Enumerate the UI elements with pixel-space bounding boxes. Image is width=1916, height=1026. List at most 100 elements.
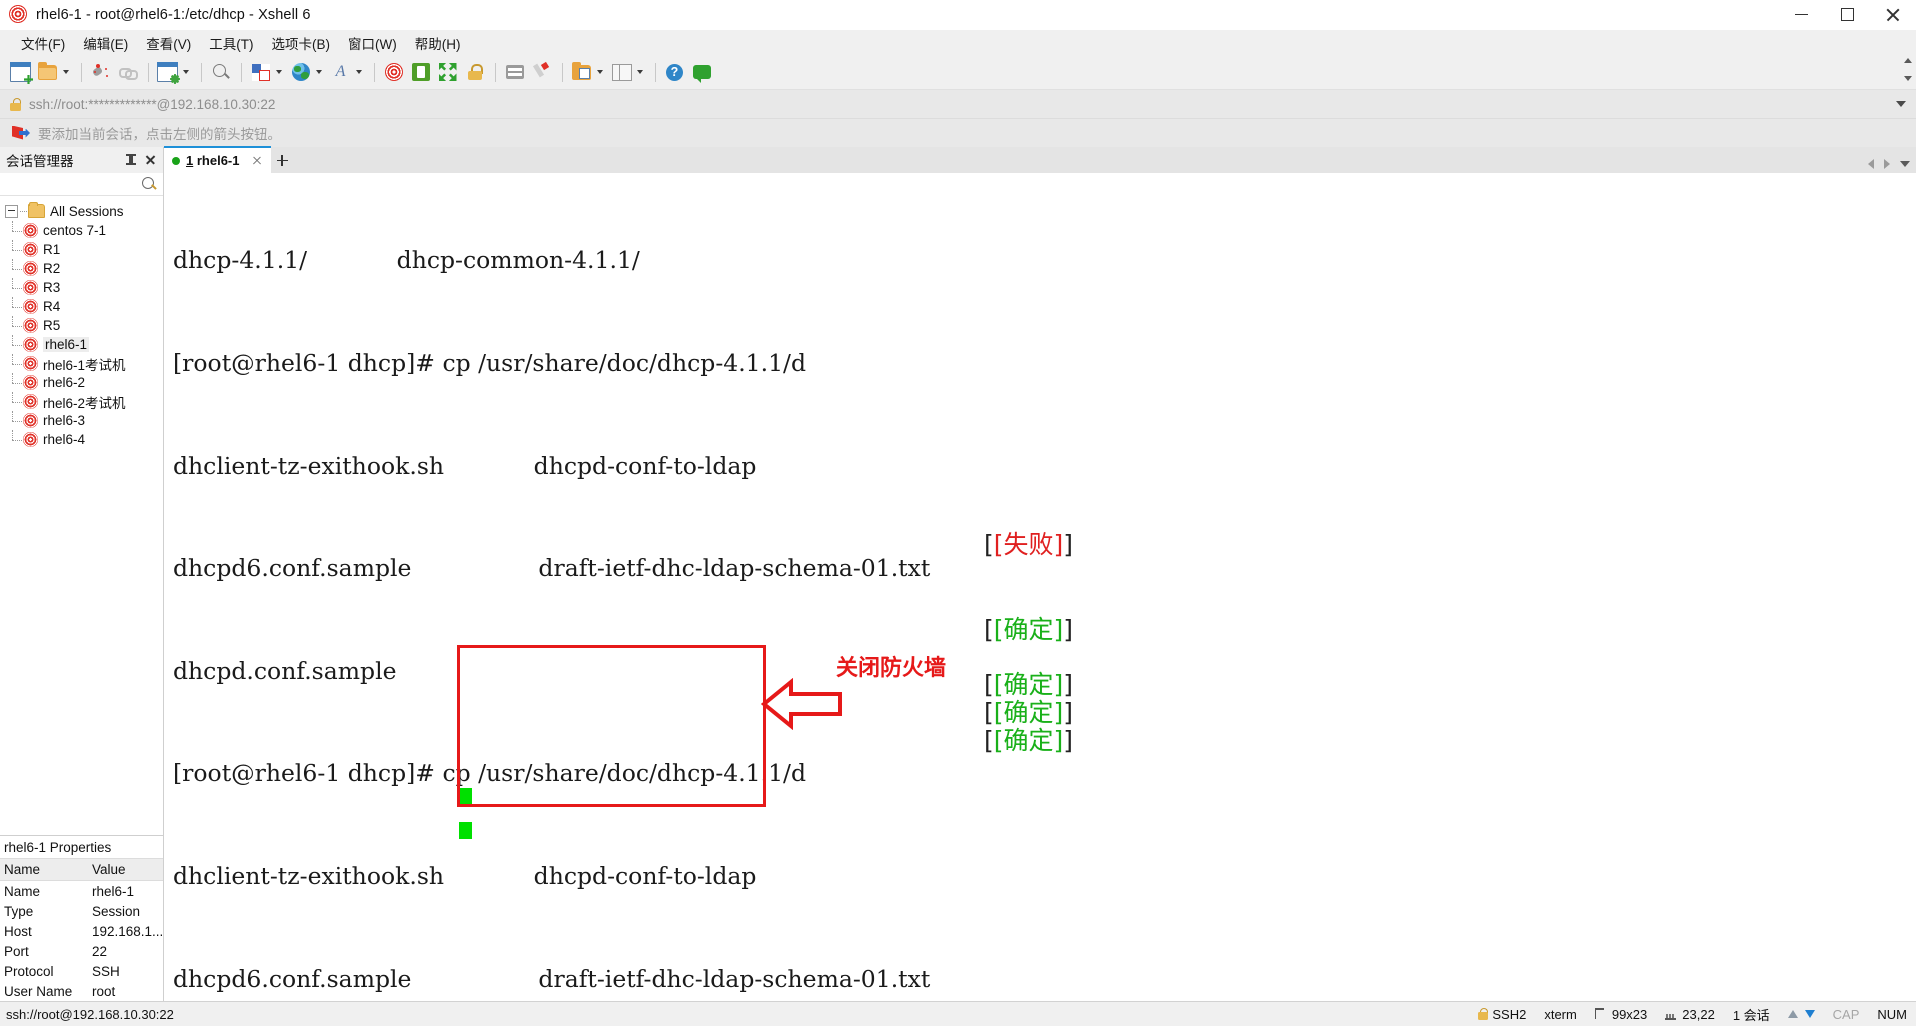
chevron-right-icon[interactable] [1884,159,1890,169]
sidebar-item-rhel6-4[interactable]: rhel6-4 [0,430,163,449]
status-caps-lock: CAP [1832,1006,1860,1022]
address-input[interactable]: ssh://root:*************@192.168.10.30:2… [29,97,275,112]
table-row: Name rhel6-1 [0,881,163,901]
address-bar[interactable]: ssh://root:*************@192.168.10.30:2… [0,89,1916,118]
chevron-down-icon[interactable] [276,70,282,74]
tab-bar: 1 rhel6-1 [164,146,1916,173]
terminal-screen[interactable]: dhcp-4.1.1/ dhcp-common-4.1.1/ [root@rhe… [164,173,1916,1001]
sidebar-item-rhel6-2-exam[interactable]: rhel6-2考试机 [0,392,163,411]
table-row: Type Session [0,901,163,921]
chevron-down-icon[interactable] [1904,76,1912,81]
open-folder-icon[interactable] [35,60,60,85]
help-icon[interactable]: ? [662,60,687,85]
sidebar-item-rhel6-3[interactable]: rhel6-3 [0,411,163,430]
snail-icon [9,4,29,25]
maximize-button[interactable] [1824,0,1870,29]
arrow-up-icon [1787,1010,1798,1018]
sidebar-item-r3[interactable]: R3 [0,278,163,297]
session-properties-icon[interactable] [155,60,180,85]
menu-view[interactable]: 查看(V) [137,31,200,55]
lock-icon [10,97,21,111]
sidebar-item-r5[interactable]: R5 [0,316,163,335]
highlight-pen-icon[interactable] [529,60,554,85]
minimize-button[interactable] [1778,0,1824,29]
status-badge-text: [确定] [993,698,1064,727]
property-name: Name [4,883,41,899]
menu-file[interactable]: 文件(F) [12,31,74,55]
notice-bar: 要添加当前会话，点击左侧的箭头按钮。 [0,118,1916,147]
sidebar-item-r2[interactable]: R2 [0,259,163,278]
arrow-down-icon [1804,1010,1815,1018]
toolbar-separator [148,62,149,82]
cursor-position-icon [1665,1008,1677,1020]
chevron-down-icon[interactable] [637,70,643,74]
sidebar-item-rhel6-1[interactable]: rhel6-1 [0,335,163,354]
search-icon[interactable] [142,176,157,192]
chevron-down-icon[interactable] [1896,101,1906,107]
status-num-lock: NUM [1877,1006,1907,1022]
globe-icon[interactable] [288,60,313,85]
file-transfer-icon[interactable] [248,60,273,85]
status-badge-failed: [[失败]] [984,530,1074,559]
table-row: Port 22 [0,941,163,961]
chevron-left-icon[interactable] [1868,159,1874,169]
tree-root-all-sessions[interactable]: All Sessions [0,201,163,221]
tab-index: 1 [186,153,194,168]
plus-icon[interactable] [271,148,293,173]
save-layout-icon[interactable] [569,60,594,85]
menu-edit[interactable]: 编辑(E) [74,31,137,55]
terminal-line: dhclient-tz-exithook.sh dhcpd-conf-to-ld… [173,451,757,480]
property-name: Host [4,923,32,939]
chevron-down-icon[interactable] [597,70,603,74]
new-tab-icon[interactable] [8,60,33,85]
session-icon [23,261,38,276]
close-icon[interactable] [249,153,265,169]
xshell-snail-icon[interactable] [381,60,406,85]
arrow-left-icon [761,678,842,730]
tree-root-label: All Sessions [50,203,124,219]
close-icon[interactable] [141,152,159,168]
expand-icon[interactable] [435,60,460,85]
sidebar-item-r4[interactable]: R4 [0,297,163,316]
properties-col-value: Value [92,862,126,877]
chevron-down-icon[interactable] [63,70,69,74]
menu-window[interactable]: 窗口(W) [339,31,406,55]
layout-icon[interactable] [609,60,634,85]
status-position-text: 23,22 [1682,1006,1715,1022]
lock-icon[interactable] [462,60,487,85]
link-icon[interactable] [115,60,140,85]
tab-navigation [1868,159,1910,169]
sidebar-item-rhel6-1-exam[interactable]: rhel6-1考试机 [0,354,163,373]
font-icon[interactable]: A [328,60,353,85]
status-session-count: 1 会话 [1732,1007,1770,1023]
pin-icon[interactable] [123,152,139,168]
menu-help[interactable]: 帮助(H) [406,31,470,55]
chevron-down-icon[interactable] [356,70,362,74]
sidebar-item-r1[interactable]: R1 [0,240,163,259]
status-badge-text: [确定] [993,615,1064,644]
toolbar-separator [374,62,375,82]
menu-tabs[interactable]: 选项卡(B) [263,31,340,55]
keyboard-icon[interactable] [502,60,527,85]
status-terminal-type: xterm [1544,1006,1577,1022]
menu-tools[interactable]: 工具(T) [200,31,262,55]
session-icon [23,280,38,295]
toolbar-scroll[interactable] [1904,58,1912,81]
xftp-icon[interactable] [408,60,433,85]
title-bar: rhel6-1 - root@rhel6-1:/etc/dhcp - Xshel… [0,0,1916,30]
session-tree: All Sessions centos 7-1 R1 R2 R3 R4 R5 r… [0,196,163,835]
collapse-toggle-icon[interactable] [5,204,18,218]
chevron-down-icon[interactable] [183,70,189,74]
chevron-up-icon[interactable] [1904,58,1912,63]
chevron-down-icon[interactable] [1900,161,1910,167]
close-button[interactable] [1870,0,1916,29]
sidebar-item-centos-7-1[interactable]: centos 7-1 [0,221,163,240]
sidebar-item-rhel6-2[interactable]: rhel6-2 [0,373,163,392]
find-icon[interactable] [208,60,233,85]
tab-rhel6-1[interactable]: 1 rhel6-1 [164,146,271,173]
disconnect-icon[interactable] [88,60,113,85]
chevron-down-icon[interactable] [316,70,322,74]
tab-title: rhel6-1 [196,153,240,168]
toolbar-separator [655,62,656,82]
chat-icon[interactable] [689,60,714,85]
